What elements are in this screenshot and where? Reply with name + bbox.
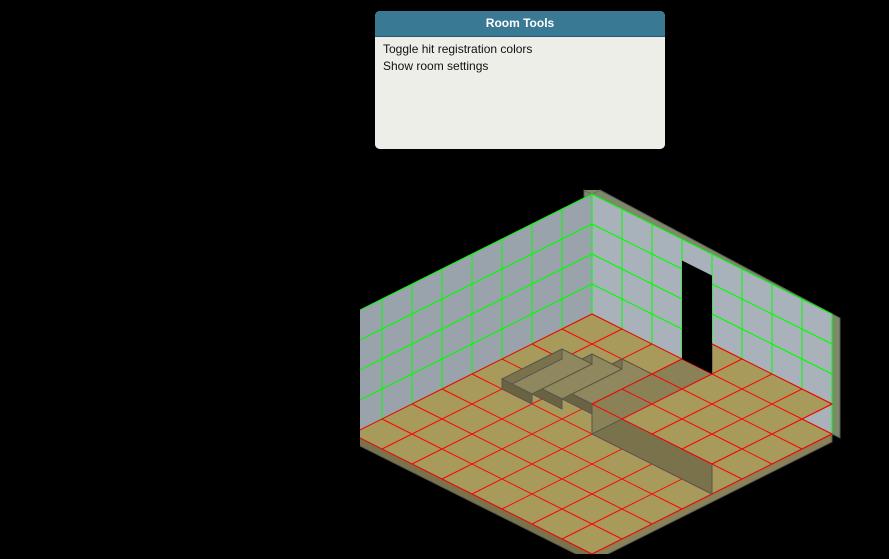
isometric-room-view[interactable] — [360, 164, 880, 554]
panel-title: Room Tools — [375, 11, 665, 37]
room-tools-panel: Room Tools Toggle hit registration color… — [374, 10, 666, 150]
panel-body: Toggle hit registration colors Show room… — [375, 37, 665, 149]
menu-item-show-room-settings[interactable]: Show room settings — [383, 58, 657, 75]
menu-item-toggle-hit-colors[interactable]: Toggle hit registration colors — [383, 41, 657, 58]
